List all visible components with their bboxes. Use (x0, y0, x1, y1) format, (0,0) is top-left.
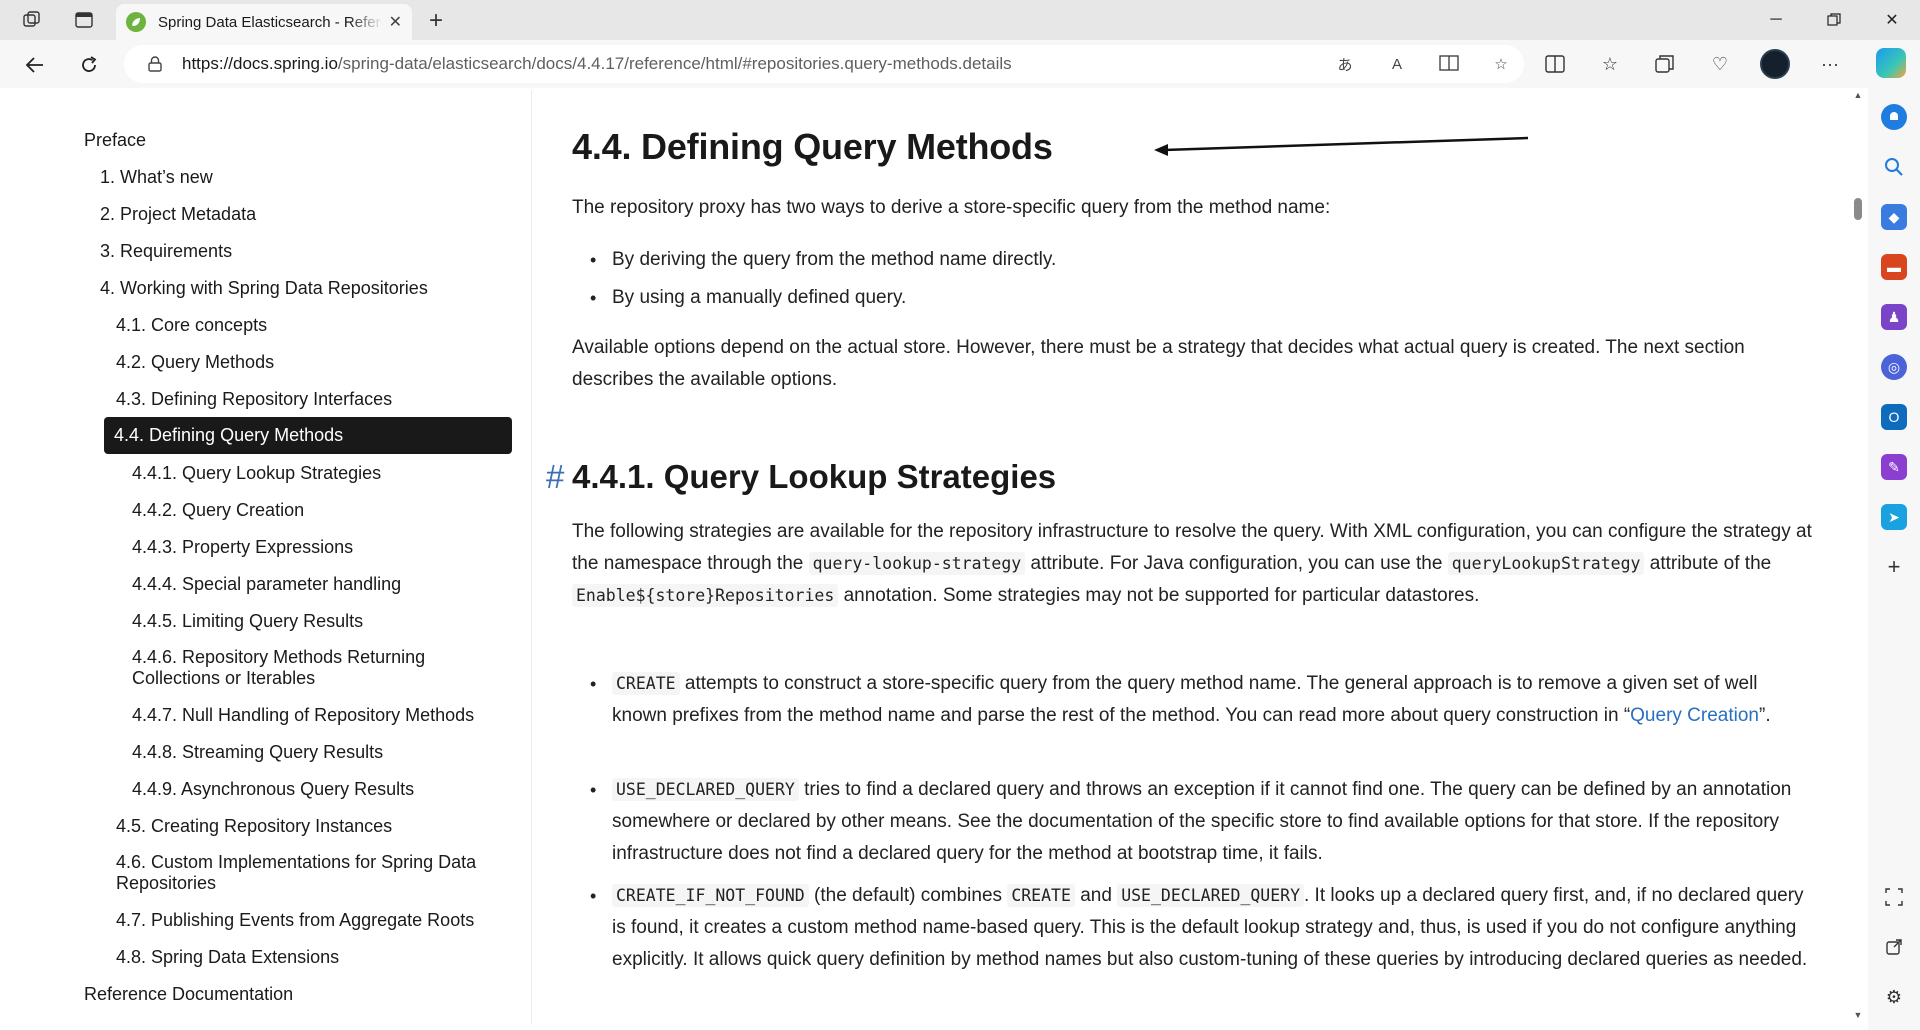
query-creation-link[interactable]: Query Creation (1630, 705, 1759, 726)
main-content: 4.4. Defining Query Methods The reposito… (532, 90, 1832, 1024)
toc-item-limiting-query-results[interactable]: 4.4.5. Limiting Query Results (132, 611, 363, 632)
toc-item-query-lookup-strategies[interactable]: 4.4.1. Query Lookup Strategies (132, 463, 381, 484)
workspaces-icon[interactable] (20, 8, 44, 32)
address-bar[interactable]: https://docs.spring.io/spring-data/elast… (124, 45, 1524, 83)
toc-item-streaming-query-results[interactable]: 4.4.8. Streaming Query Results (132, 742, 383, 763)
edge-sidebar: ◆ ▬ ♟ ◎ O ✎ ➤ + ⚙ (1868, 88, 1920, 1030)
strategies-paragraph: The following strategies are available f… (572, 521, 1812, 607)
toc-item-spring-data-extensions[interactable]: 4.8. Spring Data Extensions (116, 947, 339, 968)
list-item-derive-from-name: By deriving the query from the method na… (590, 244, 1812, 276)
code-query-lookup-strategy: query-lookup-strategy (808, 552, 1026, 575)
toc-item-custom-implementations[interactable]: 4.6. Custom Implementations for Spring D… (116, 852, 516, 894)
outlook-icon[interactable]: O (1881, 404, 1907, 430)
toc-item-publishing-events[interactable]: 4.7. Publishing Events from Aggregate Ro… (116, 910, 474, 931)
annotation-arrow (1154, 136, 1529, 156)
split-screen-icon[interactable] (1540, 49, 1570, 79)
spring-favicon-icon (126, 12, 146, 32)
browser-essentials-icon[interactable]: ♡ (1705, 49, 1735, 79)
toc-item-asynchronous-query-results[interactable]: 4.4.9. Asynchronous Query Results (132, 779, 414, 800)
tools-icon[interactable]: ▬ (1881, 254, 1907, 280)
toc-item-core-concepts[interactable]: 4.1. Core concepts (116, 315, 267, 336)
section-anchor-link[interactable]: # (546, 458, 564, 496)
copilot-icon[interactable] (1876, 48, 1906, 78)
star-icon[interactable]: ☆ (1488, 51, 1514, 77)
intro-paragraph: The repository proxy has two ways to der… (572, 197, 1331, 218)
page-viewport: Preface 1. What’s new 2. Project Metadat… (8, 90, 1864, 1024)
back-arrow-icon[interactable] (20, 50, 50, 80)
toc-item-project-metadata[interactable]: 2. Project Metadata (100, 204, 256, 225)
toc-item-query-creation[interactable]: 4.4.2. Query Creation (132, 500, 304, 521)
screenshot-icon[interactable] (1881, 884, 1907, 910)
toc-item-null-handling[interactable]: 4.4.7. Null Handling of Repository Metho… (132, 705, 474, 726)
gear-icon[interactable]: ⚙ (1881, 984, 1907, 1010)
section-heading-defining-query-methods: 4.4. Defining Query Methods (572, 126, 1053, 167)
toc-item-defining-query-methods[interactable]: 4.4. Defining Query Methods (104, 417, 512, 454)
open-external-icon[interactable] (1881, 934, 1907, 960)
tab-close-icon[interactable]: ✕ (389, 12, 402, 32)
refresh-icon[interactable] (74, 50, 104, 80)
url-text: https://docs.spring.io/spring-data/elast… (182, 54, 1012, 73)
toc-item-preface[interactable]: Preface (84, 130, 146, 151)
add-sidebar-app-icon[interactable]: + (1881, 554, 1907, 580)
page-scrollbar[interactable]: ▲ ▼ (1852, 90, 1864, 1024)
designer-icon[interactable]: ✎ (1881, 454, 1907, 480)
toc-item-defining-repository-interfaces[interactable]: 4.3. Defining Repository Interfaces (116, 389, 392, 410)
notifications-icon[interactable] (1881, 104, 1907, 130)
immersive-reader-icon[interactable] (1436, 51, 1462, 77)
tab-title: Spring Data Elasticsearch - Reference Do… (158, 13, 383, 31)
scroll-down-icon[interactable]: ▼ (1852, 1010, 1864, 1020)
toc-item-reference-documentation[interactable]: Reference Documentation (84, 984, 293, 1005)
code-enable-repositories: Enable${store}Repositories (572, 584, 839, 607)
shopping-icon[interactable]: ◆ (1881, 204, 1907, 230)
translate-icon[interactable]: あ (1332, 51, 1358, 77)
tab-strip: Spring Data Elasticsearch - Reference Do… (0, 0, 1920, 40)
vertical-tabs-icon[interactable] (72, 8, 96, 32)
profile-avatar[interactable] (1760, 49, 1790, 79)
scroll-up-icon[interactable]: ▲ (1852, 90, 1864, 100)
restore-icon[interactable] (1806, 0, 1862, 40)
toc-item-whats-new[interactable]: 1. What’s new (100, 167, 213, 188)
list-item-use-declared-query: USE_DECLARED_QUERY tries to find a decla… (590, 774, 1812, 870)
new-tab-button[interactable]: + (422, 7, 450, 35)
close-window-icon[interactable]: ✕ (1864, 0, 1920, 40)
search-icon[interactable] (1881, 154, 1907, 180)
list-item-create: CREATE attempts to construct a store-spe… (590, 668, 1812, 732)
favorites-icon[interactable]: ☆ (1595, 49, 1625, 79)
games-icon[interactable]: ♟ (1881, 304, 1907, 330)
scrollbar-thumb[interactable] (1854, 198, 1862, 220)
options-paragraph: Available options depend on the actual s… (572, 337, 1745, 390)
code-query-lookup-strategy-attr: queryLookupStrategy (1447, 552, 1645, 575)
lock-icon[interactable] (148, 55, 166, 73)
toc-item-query-methods[interactable]: 4.2. Query Methods (116, 352, 274, 373)
section-heading-query-lookup-strategies: 4.4.1. Query Lookup Strategies (572, 458, 1057, 495)
toc-item-working-with-repositories[interactable]: 4. Working with Spring Data Repositories (100, 278, 428, 299)
collections-icon[interactable] (1650, 49, 1680, 79)
toc-item-special-parameter-handling[interactable]: 4.4.4. Special parameter handling (132, 574, 401, 595)
toc-item-requirements[interactable]: 3. Requirements (100, 241, 232, 262)
toc-item-creating-repository-instances[interactable]: 4.5. Creating Repository Instances (116, 816, 392, 837)
microsoft-365-icon[interactable]: ◎ (1881, 354, 1907, 380)
toc-item-methods-returning-collections[interactable]: 4.4.6. Repository Methods Returning Coll… (132, 647, 472, 689)
toc-item-property-expressions[interactable]: 4.4.3. Property Expressions (132, 537, 353, 558)
minimize-icon[interactable]: ─ (1748, 0, 1804, 40)
table-of-contents: Preface 1. What’s new 2. Project Metadat… (8, 90, 532, 1024)
more-options-icon[interactable]: ··· (1815, 49, 1845, 79)
toolbar: https://docs.spring.io/spring-data/elast… (0, 40, 1920, 88)
list-item-create-if-not-found: CREATE_IF_NOT_FOUND (the default) combin… (590, 880, 1812, 976)
tab-spring-docs[interactable]: Spring Data Elasticsearch - Reference Do… (116, 4, 412, 40)
list-item-manual-query: By using a manually defined query. (590, 282, 1812, 314)
read-aloud-icon[interactable]: A (1384, 51, 1410, 77)
drop-icon[interactable]: ➤ (1881, 504, 1907, 530)
